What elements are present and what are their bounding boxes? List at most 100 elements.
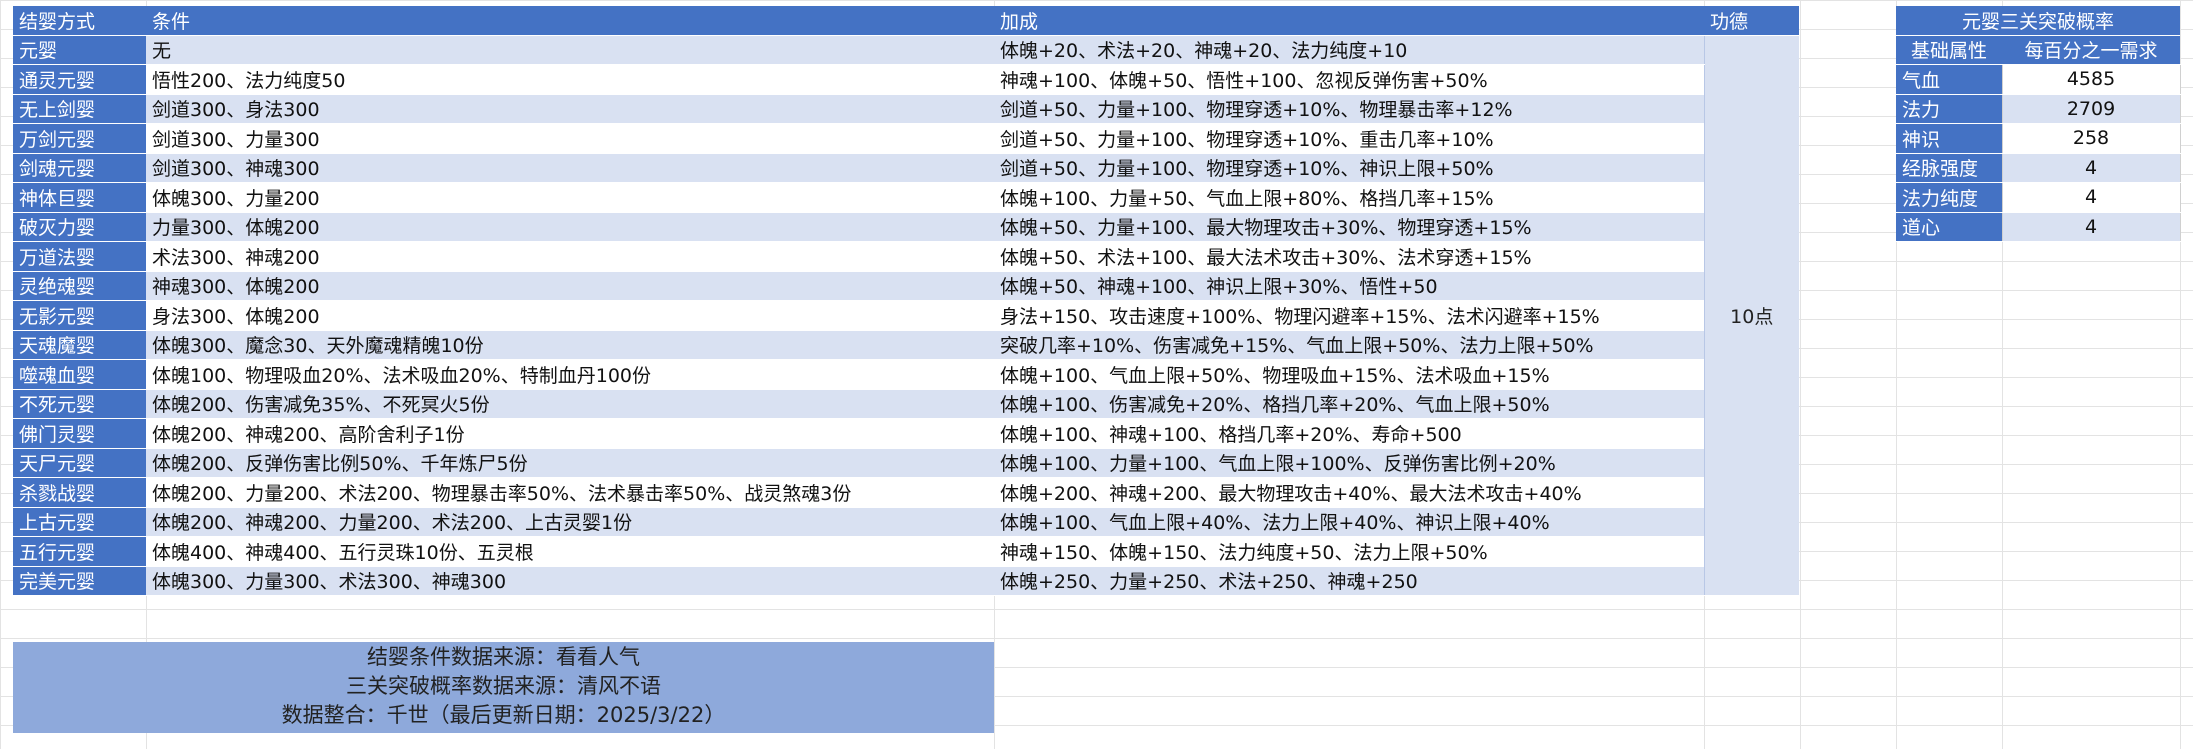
header-condition[interactable]: 条件: [146, 6, 994, 36]
table-row: 元婴无体魄+20、术法+20、神魂+20、法力纯度+10 10点: [13, 35, 1799, 596]
header-merit[interactable]: 功德: [1704, 6, 1799, 36]
row-condition-cell[interactable]: 力量300、体魄200: [146, 212, 994, 242]
row-condition-cell[interactable]: 体魄300、力量300、术法300、神魂300: [146, 566, 994, 596]
row-condition-cell[interactable]: 体魄300、力量200: [146, 182, 994, 213]
attr-value-cell[interactable]: 4: [2001, 182, 2181, 213]
table-row: 神识 258: [1896, 123, 2181, 154]
attr-value-cell[interactable]: 4585: [2001, 64, 2181, 95]
row-bonus-cell[interactable]: 体魄+50、神魂+100、神识上限+30%、悟性+50: [994, 271, 1704, 301]
row-bonus-cell[interactable]: 体魄+100、气血上限+50%、物理吸血+15%、法术吸血+15%: [994, 359, 1704, 390]
row-bonus-cell[interactable]: 体魄+100、力量+50、气血上限+80%、格挡几率+15%: [994, 182, 1704, 213]
table-row: 万剑元婴 剑道300、力量300 剑道+50、力量+100、物理穿透+10%、重击几…: [13, 123, 1799, 154]
table-row: 法力 2709: [1896, 94, 2181, 124]
attr-name-cell[interactable]: 经脉强度: [1896, 153, 2002, 183]
row-method-cell[interactable]: 神体巨婴: [13, 182, 146, 213]
row-condition-cell[interactable]: 体魄200、伤害减免35%、不死冥火5份: [146, 389, 994, 419]
row-method-cell[interactable]: 杀戮战婴: [13, 477, 146, 508]
row-condition-cell[interactable]: 剑道300、力量300: [146, 123, 994, 154]
row-method-cell[interactable]: 五行元婴: [13, 536, 146, 567]
attr-name-cell[interactable]: 法力: [1896, 94, 2002, 124]
row-method-cell[interactable]: 通灵元婴: [13, 64, 146, 95]
merit-value-cell[interactable]: 10点: [1703, 35, 1799, 596]
row-condition-cell[interactable]: 剑道300、神魂300: [146, 153, 994, 183]
row-bonus-cell[interactable]: 突破几率+10%、伤害减免+15%、气血上限+50%、法力上限+50%: [994, 330, 1704, 360]
row-bonus-cell[interactable]: 体魄+200、神魂+200、最大物理攻击+40%、最大法术攻击+40%: [994, 477, 1704, 508]
row-method-cell[interactable]: 完美元婴: [13, 566, 146, 596]
row-condition-cell[interactable]: 体魄200、反弹伤害比例50%、千年炼尸5份: [146, 448, 994, 478]
table-row: 神体巨婴 体魄300、力量200 体魄+100、力量+50、气血上限+80%、格挡几…: [13, 182, 1799, 213]
row-bonus-cell[interactable]: 体魄+50、术法+100、最大法术攻击+30%、法术穿透+15%: [994, 241, 1704, 272]
attr-value-cell[interactable]: 4: [2001, 153, 2181, 183]
table-row: 不死元婴 体魄200、伤害减免35%、不死冥火5份 体魄+100、伤害减免+20%、…: [13, 389, 1799, 419]
row-condition-cell[interactable]: 神魂300、体魄200: [146, 271, 994, 301]
breakthrough-table: 元婴三关突破概率 基础属性 每百分之一需求 气血 4585 法力 2709 神识 258 经…: [1896, 6, 2181, 242]
row-condition-cell[interactable]: 身法300、体魄200: [146, 300, 994, 331]
table-row: 噬魂血婴 体魄100、物理吸血20%、法术吸血20%、特制血丹100份 体魄+100…: [13, 359, 1799, 390]
row-method-cell[interactable]: 上古元婴: [13, 507, 146, 537]
row-condition-cell[interactable]: 无: [146, 35, 994, 65]
row-method-cell[interactable]: 灵绝魂婴: [13, 271, 146, 301]
row-method-cell[interactable]: 天魂魔婴: [13, 330, 146, 360]
row-bonus-cell[interactable]: 体魄+100、伤害减免+20%、格挡几率+20%、气血上限+50%: [994, 389, 1704, 419]
row-bonus-cell[interactable]: 神魂+150、体魄+150、法力纯度+50、法力上限+50%: [994, 536, 1704, 567]
row-condition-cell[interactable]: 体魄200、神魂200、力量200、术法200、上古灵婴1份: [146, 507, 994, 537]
header-row: 结婴方式 条件 加成 功德: [13, 6, 1799, 36]
row-condition-cell[interactable]: 体魄300、魔念30、天外魔魂精魄10份: [146, 330, 994, 360]
data-source-note[interactable]: 结婴条件数据来源：看看人气 三关突破概率数据来源：清风不语 数据整合：千世（最后…: [13, 642, 994, 733]
attr-name-cell[interactable]: 神识: [1896, 123, 2002, 154]
table-row: 气血 4585: [1896, 64, 2181, 95]
row-bonus-cell[interactable]: 身法+150、攻击速度+100%、物理闪避率+15%、法术闪避率+15%: [994, 300, 1704, 331]
table-row: 灵绝魂婴 神魂300、体魄200 体魄+50、神魂+100、神识上限+30%、悟性+…: [13, 271, 1799, 301]
table-row: 天尸元婴 体魄200、反弹伤害比例50%、千年炼尸5份 体魄+100、力量+100、…: [13, 448, 1799, 478]
table-row: 道心 4: [1896, 212, 2181, 242]
row-method-cell[interactable]: 佛门灵婴: [13, 418, 146, 449]
row-condition-cell[interactable]: 剑道300、身法300: [146, 94, 994, 124]
table-row: 法力纯度 4: [1896, 182, 2181, 213]
row-bonus-cell[interactable]: 体魄+20、术法+20、神魂+20、法力纯度+10: [994, 35, 1704, 65]
row-condition-cell[interactable]: 体魄200、神魂200、高阶舍利子1份: [146, 418, 994, 449]
row-bonus-cell[interactable]: 神魂+100、体魄+50、悟性+100、忽视反弹伤害+50%: [994, 64, 1704, 95]
row-bonus-cell[interactable]: 剑道+50、力量+100、物理穿透+10%、神识上限+50%: [994, 153, 1704, 183]
row-method-cell[interactable]: 噬魂血婴: [13, 359, 146, 390]
attr-value-cell[interactable]: 4: [2001, 212, 2181, 242]
row-method-cell[interactable]: 无影元婴: [13, 300, 146, 331]
table-row: 剑魂元婴 剑道300、神魂300 剑道+50、力量+100、物理穿透+10%、神识上…: [13, 153, 1799, 183]
attr-name-cell[interactable]: 气血: [1896, 64, 2002, 95]
row-condition-cell[interactable]: 体魄200、力量200、术法200、物理暴击率50%、法术暴击率50%、战灵煞魂…: [146, 477, 994, 508]
attr-value-cell[interactable]: 258: [2001, 123, 2181, 154]
row-method-cell[interactable]: 无上剑婴: [13, 94, 146, 124]
row-bonus-cell[interactable]: 体魄+100、气血上限+40%、法力上限+40%、神识上限+40%: [994, 507, 1704, 537]
header-method[interactable]: 结婴方式: [13, 6, 146, 36]
row-condition-cell[interactable]: 体魄100、物理吸血20%、法术吸血20%、特制血丹100份: [146, 359, 994, 390]
header-base-attr[interactable]: 基础属性: [1896, 35, 2002, 65]
row-method-cell[interactable]: 元婴: [13, 35, 146, 65]
row-method-cell[interactable]: 破灭力婴: [13, 212, 146, 242]
breakthrough-title[interactable]: 元婴三关突破概率: [1896, 6, 2180, 36]
row-method-cell[interactable]: 万道法婴: [13, 241, 146, 272]
row-condition-cell[interactable]: 悟性200、法力纯度50: [146, 64, 994, 95]
table-row: 万道法婴 术法300、神魂200 体魄+50、术法+100、最大法术攻击+30%、法…: [13, 241, 1799, 272]
row-condition-cell[interactable]: 术法300、神魂200: [146, 241, 994, 272]
row-bonus-cell[interactable]: 体魄+50、力量+100、最大物理攻击+30%、物理穿透+15%: [994, 212, 1704, 242]
table-row: 天魂魔婴 体魄300、魔念30、天外魔魂精魄10份 突破几率+10%、伤害减免+15…: [13, 330, 1799, 360]
attr-value-cell[interactable]: 2709: [2001, 94, 2181, 124]
header-per-percent[interactable]: 每百分之一需求: [2002, 35, 2180, 65]
row-method-cell[interactable]: 天尸元婴: [13, 448, 146, 478]
source-line-compiler: 数据整合：千世（最后更新日期：2025/3/22）: [281, 703, 726, 727]
row-bonus-cell[interactable]: 剑道+50、力量+100、物理穿透+10%、物理暴击率+12%: [994, 94, 1704, 124]
row-method-cell[interactable]: 剑魂元婴: [13, 153, 146, 183]
attr-name-cell[interactable]: 道心: [1896, 212, 2002, 242]
table-row: 佛门灵婴 体魄200、神魂200、高阶舍利子1份 体魄+100、神魂+100、格挡几…: [13, 418, 1799, 449]
row-bonus-cell[interactable]: 体魄+250、力量+250、术法+250、神魂+250: [994, 566, 1704, 596]
table-row: 五行元婴 体魄400、神魂400、五行灵珠10份、五灵根 神魂+150、体魄+150…: [13, 536, 1799, 567]
table-row: 破灭力婴 力量300、体魄200 体魄+50、力量+100、最大物理攻击+30%、物…: [13, 212, 1799, 242]
attr-name-cell[interactable]: 法力纯度: [1896, 182, 2002, 213]
row-method-cell[interactable]: 不死元婴: [13, 389, 146, 419]
row-condition-cell[interactable]: 体魄400、神魂400、五行灵珠10份、五灵根: [146, 536, 994, 567]
row-bonus-cell[interactable]: 体魄+100、神魂+100、格挡几率+20%、寿命+500: [994, 418, 1704, 449]
row-bonus-cell[interactable]: 剑道+50、力量+100、物理穿透+10%、重击几率+10%: [994, 123, 1704, 154]
table-row: 通灵元婴 悟性200、法力纯度50 神魂+100、体魄+50、悟性+100、忽视反弹…: [13, 64, 1799, 95]
row-bonus-cell[interactable]: 体魄+100、力量+100、气血上限+100%、反弹伤害比例+20%: [994, 448, 1704, 478]
header-bonus[interactable]: 加成: [994, 6, 1704, 36]
row-method-cell[interactable]: 万剑元婴: [13, 123, 146, 154]
